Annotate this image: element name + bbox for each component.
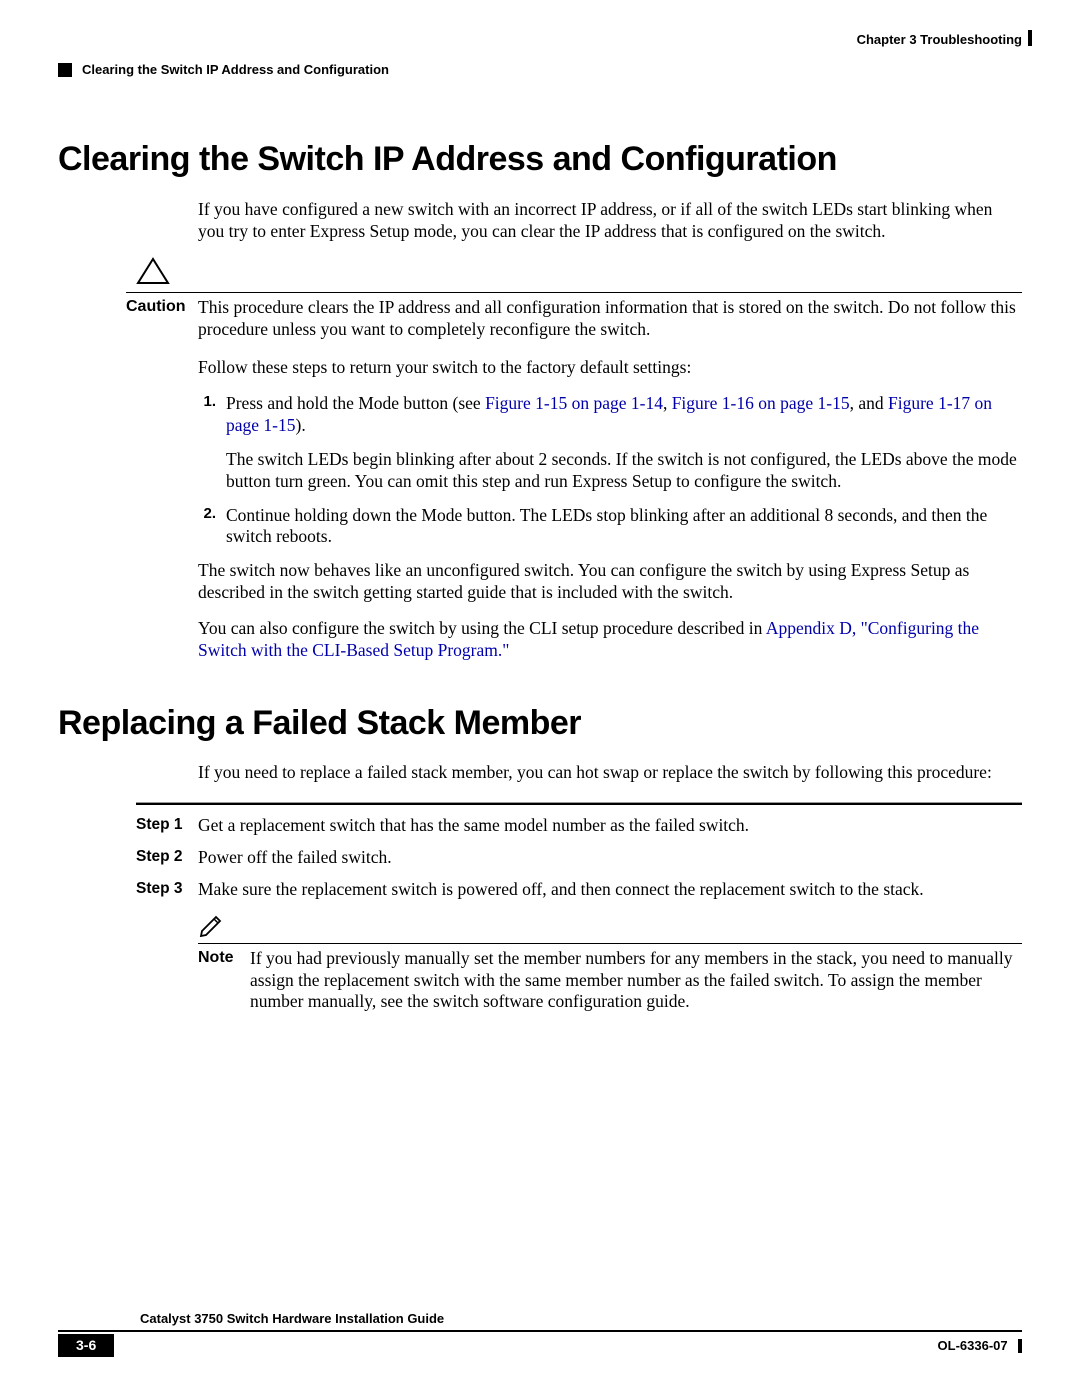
step1-sub: The switch LEDs begin blinking after abo… bbox=[226, 449, 1022, 493]
running-header: Chapter 3 Troubleshooting bbox=[58, 32, 1022, 56]
list-number: 2. bbox=[198, 505, 216, 549]
list-item: 1. Press and hold the Mode button (see F… bbox=[198, 393, 1022, 493]
steps-rule-icon bbox=[136, 802, 1022, 805]
step2-text: Continue holding down the Mode button. T… bbox=[226, 505, 1022, 549]
header-bar-icon bbox=[1028, 30, 1032, 46]
link-figure-1-15[interactable]: Figure 1-15 on page 1-14 bbox=[485, 393, 663, 413]
doc-id: OL-6336-07 bbox=[938, 1338, 1008, 1353]
chapter-label: Chapter 3 Troubleshooting bbox=[857, 32, 1022, 48]
caution-text: This procedure clears the IP address and… bbox=[198, 297, 1022, 341]
step-1-body: Get a replacement switch that has the sa… bbox=[198, 815, 1022, 837]
section-header-text: Clearing the Switch IP Address and Confi… bbox=[82, 62, 389, 78]
step-row: Step 3 Make sure the replacement switch … bbox=[58, 879, 1022, 901]
intro-paragraph: If you have configured a new switch with… bbox=[198, 199, 1022, 243]
note-label: Note bbox=[198, 948, 250, 1014]
note-rule-icon bbox=[198, 943, 1022, 944]
step1-sep1: , bbox=[663, 393, 672, 413]
list-item: 2. Continue holding down the Mode button… bbox=[198, 505, 1022, 549]
replacing-intro: If you need to replace a failed stack me… bbox=[198, 762, 1022, 784]
step-row: Step 1 Get a replacement switch that has… bbox=[58, 815, 1022, 837]
note-pencil-icon bbox=[198, 911, 224, 937]
step1-text-a: Press and hold the Mode button (see bbox=[226, 393, 485, 413]
note-text: If you had previously manually set the m… bbox=[250, 948, 1022, 1014]
step-row: Step 2 Power off the failed switch. bbox=[58, 847, 1022, 869]
step-3-body: Make sure the replacement switch is powe… bbox=[198, 879, 1022, 901]
note-block: Note If you had previously manually set … bbox=[198, 911, 1022, 1014]
caution-block: Caution This procedure clears the IP add… bbox=[58, 257, 1022, 342]
caution-label: Caution bbox=[58, 297, 198, 317]
list-number: 1. bbox=[198, 393, 216, 493]
caution-rule-icon bbox=[126, 292, 1022, 293]
step1-end: ). bbox=[296, 415, 306, 435]
numbered-list: 1. Press and hold the Mode button (see F… bbox=[198, 393, 1022, 548]
step-1-label: Step 1 bbox=[58, 815, 198, 837]
caution-icon bbox=[136, 257, 170, 285]
step-3-label: Step 3 bbox=[58, 879, 198, 901]
step1-sep2: , and bbox=[850, 393, 888, 413]
section-title-replacing: Replacing a Failed Stack Member bbox=[58, 702, 1022, 745]
follow-text: Follow these steps to return your switch… bbox=[198, 357, 1022, 379]
after-paragraph-1: The switch now behaves like an unconfigu… bbox=[198, 560, 1022, 604]
link-figure-1-16[interactable]: Figure 1-16 on page 1-15 bbox=[672, 393, 850, 413]
after2-text: You can also configure the switch by usi… bbox=[198, 618, 766, 638]
footer-bar-icon bbox=[1018, 1339, 1022, 1353]
section-header-row: Clearing the Switch IP Address and Confi… bbox=[58, 62, 1022, 78]
section-title-clearing: Clearing the Switch IP Address and Confi… bbox=[58, 138, 1022, 181]
step-2-body: Power off the failed switch. bbox=[198, 847, 1022, 869]
after-paragraph-2: You can also configure the switch by usi… bbox=[198, 618, 1022, 662]
section-marker-icon bbox=[58, 63, 72, 77]
page-footer: Catalyst 3750 Switch Hardware Installati… bbox=[58, 1311, 1022, 1357]
step-2-label: Step 2 bbox=[58, 847, 198, 869]
footer-guide-title: Catalyst 3750 Switch Hardware Installati… bbox=[58, 1311, 1022, 1331]
page-number: 3-6 bbox=[58, 1334, 114, 1358]
